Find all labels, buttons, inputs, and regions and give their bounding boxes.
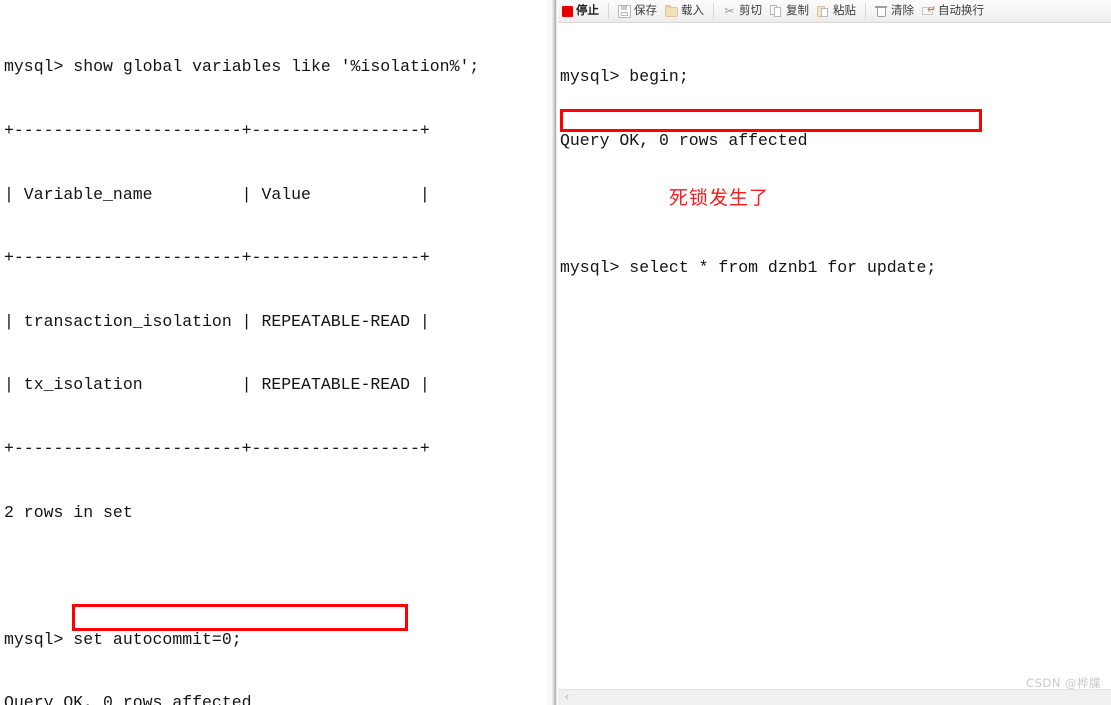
terminal-line: +-----------------------+---------------… bbox=[4, 438, 430, 458]
terminal-line: Query OK, 0 rows affected bbox=[560, 131, 808, 150]
toolbar-group-file: 保存 载入 bbox=[614, 0, 708, 22]
terminal-line: +-----------------------+---------------… bbox=[4, 248, 430, 268]
terminal-line: mysql> begin; bbox=[560, 67, 689, 87]
toolbar-separator bbox=[713, 3, 714, 19]
delete-statement-highlight-box bbox=[72, 604, 408, 631]
right-terminal-output: mysql> begin; Query OK, 0 rows affected … bbox=[560, 24, 1105, 321]
word-wrap-toggle-label: 自动换行 bbox=[938, 3, 984, 18]
clear-button-label: 清除 bbox=[891, 3, 914, 18]
terminal-line: | tx_isolation | REPEATABLE-READ | bbox=[4, 375, 430, 395]
terminal-line: mysql> select * from dznb1 for update; bbox=[560, 258, 937, 278]
save-button-label: 保存 bbox=[634, 3, 657, 18]
scissors-icon: ✂ bbox=[724, 3, 735, 18]
terminal-line: mysql> show global variables like '%isol… bbox=[4, 57, 480, 77]
terminal-line: Query OK, 0 rows affected bbox=[4, 693, 252, 705]
load-button-label: 载入 bbox=[681, 3, 704, 18]
save-icon bbox=[618, 4, 631, 18]
watermark: CSDN @桦牒 bbox=[1026, 676, 1101, 690]
terminal-line: +-----------------------+---------------… bbox=[4, 121, 430, 140]
save-button[interactable]: 保存 bbox=[614, 1, 661, 22]
copy-icon bbox=[770, 4, 783, 18]
toolbar-group-view: 清除 自动换行 bbox=[871, 0, 988, 22]
scroll-left-arrow-icon[interactable]: ‹ bbox=[560, 690, 574, 705]
clear-button[interactable]: 清除 bbox=[871, 1, 918, 22]
cut-button-label: 剪切 bbox=[739, 3, 762, 18]
stop-button[interactable]: 停止 bbox=[558, 1, 603, 22]
pane-divider[interactable] bbox=[548, 0, 558, 705]
trash-icon bbox=[875, 5, 888, 18]
terminal-line: 2 rows in set bbox=[4, 502, 133, 522]
word-wrap-toggle[interactable]: 自动换行 bbox=[918, 1, 988, 22]
blocked-query-highlight-box bbox=[560, 109, 982, 132]
toolbar-separator bbox=[608, 3, 609, 19]
folder-icon bbox=[665, 5, 678, 17]
terminal-line: | Variable_name | Value | bbox=[4, 184, 430, 204]
cut-button[interactable]: ✂ 剪切 bbox=[719, 1, 766, 22]
terminal-line: mysql> set autocommit=0; bbox=[4, 629, 242, 649]
toolbar-group-run: 停止 bbox=[558, 0, 603, 22]
copy-button-label: 复制 bbox=[786, 3, 809, 18]
stop-icon bbox=[562, 5, 573, 17]
toolbar-separator bbox=[865, 3, 866, 19]
toolbar-group-edit: ✂ 剪切 复制 粘贴 bbox=[719, 0, 860, 22]
deadlock-annotation: 死锁发生了 bbox=[669, 187, 770, 209]
load-button[interactable]: 载入 bbox=[661, 1, 708, 22]
stop-button-label: 停止 bbox=[576, 3, 599, 18]
left-terminal-pane[interactable]: mysql> show global variables like '%isol… bbox=[0, 0, 548, 705]
copy-button[interactable]: 复制 bbox=[766, 1, 813, 22]
paste-button-label: 粘贴 bbox=[833, 3, 856, 18]
right-terminal-pane[interactable]: 停止 保存 载入 ✂ 剪切 复制 粘贴 清除 ↵ 自动换行 mysql> beg… bbox=[558, 0, 1111, 705]
terminal-line: | transaction_isolation | REPEATABLE-REA… bbox=[4, 311, 430, 331]
left-terminal-output: mysql> show global variables like '%isol… bbox=[4, 14, 544, 705]
horizontal-scrollbar[interactable]: ‹ bbox=[558, 689, 1111, 705]
paste-button[interactable]: 粘贴 bbox=[813, 1, 860, 22]
toolbar: 停止 保存 载入 ✂ 剪切 复制 粘贴 清除 ↵ 自动换行 bbox=[558, 0, 1111, 23]
paste-icon bbox=[817, 5, 830, 18]
word-wrap-icon bbox=[922, 4, 936, 18]
